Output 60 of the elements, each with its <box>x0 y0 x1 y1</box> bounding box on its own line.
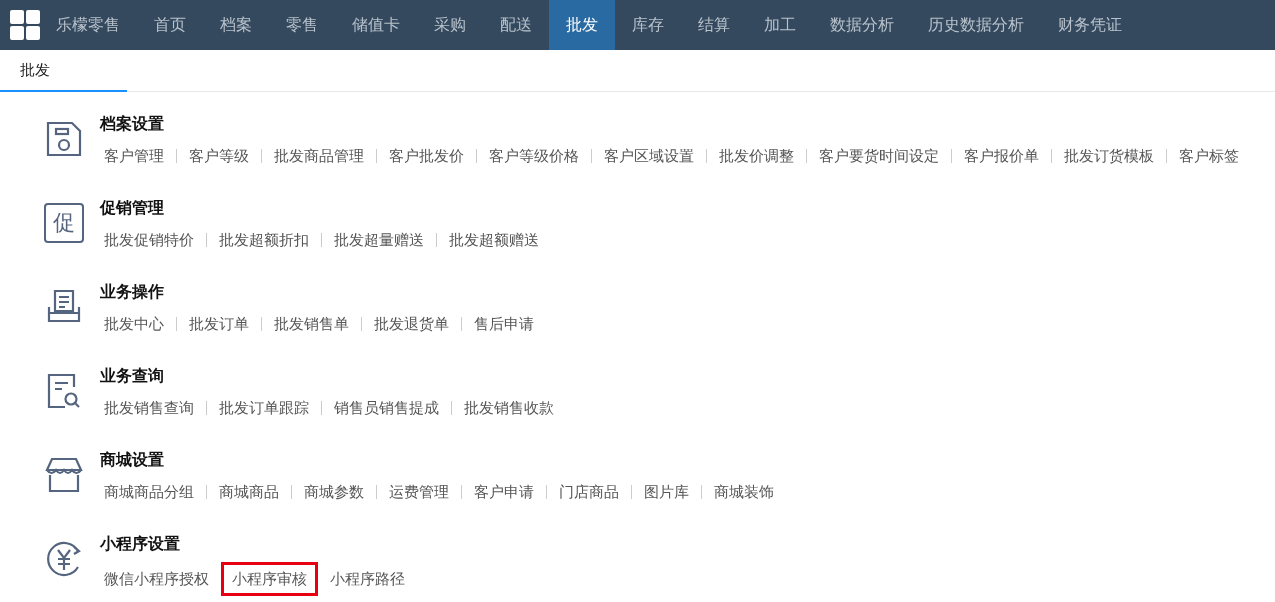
brand-name: 乐檬零售 <box>55 14 121 36</box>
menu-link[interactable]: 批发订单跟踪 <box>215 394 313 422</box>
menu-link[interactable]: 微信小程序授权 <box>100 565 213 593</box>
menu-link[interactable]: 图片库 <box>640 478 693 506</box>
floppy-icon <box>44 119 84 159</box>
nav-item[interactable]: 数据分析 <box>813 0 911 50</box>
menu-link[interactable]: 批发中心 <box>100 310 168 338</box>
menu-link[interactable]: 批发促销特价 <box>100 226 198 254</box>
app-grid-icon[interactable] <box>9 9 41 41</box>
menu-link[interactable]: 批发销售查询 <box>100 394 198 422</box>
menu-link[interactable]: 小程序审核 <box>221 562 318 596</box>
menu-link[interactable]: 批发退货单 <box>370 310 453 338</box>
menu-link[interactable]: 客户批发价 <box>385 142 468 170</box>
menu-link[interactable]: 批发超额折扣 <box>215 226 313 254</box>
menu-link[interactable]: 售后申请 <box>470 310 538 338</box>
section-title: 业务查询 <box>100 366 165 386</box>
menu-link[interactable]: 客户等级 <box>185 142 253 170</box>
menu-link[interactable]: 批发销售收款 <box>460 394 558 422</box>
nav-item[interactable]: 档案 <box>203 0 269 50</box>
section-title: 小程序设置 <box>100 534 181 554</box>
menu-link[interactable]: 批发订货模板 <box>1060 142 1158 170</box>
nav-item[interactable]: 储值卡 <box>335 0 417 50</box>
section-title: 业务操作 <box>100 282 165 302</box>
menu-link[interactable]: 商城装饰 <box>710 478 778 506</box>
nav-item[interactable]: 加工 <box>747 0 813 50</box>
nav-item[interactable]: 结算 <box>681 0 747 50</box>
menu-link[interactable]: 门店商品 <box>555 478 623 506</box>
storefront-icon <box>44 455 84 495</box>
menu-link[interactable]: 小程序路径 <box>326 565 409 593</box>
menu-link[interactable]: 客户管理 <box>100 142 168 170</box>
nav-item[interactable]: 财务凭证 <box>1041 0 1139 50</box>
menu-link[interactable]: 客户标签 <box>1175 142 1243 170</box>
menu-link[interactable]: 批发超量赠送 <box>330 226 428 254</box>
menu-link[interactable]: 商城商品分组 <box>100 478 198 506</box>
menu-link[interactable]: 批发销售单 <box>270 310 353 338</box>
menu-link[interactable]: 运费管理 <box>385 478 453 506</box>
menu-link[interactable]: 批发商品管理 <box>270 142 368 170</box>
section-title: 商城设置 <box>100 450 165 470</box>
menu-link[interactable]: 批发订单 <box>185 310 253 338</box>
nav-item[interactable]: 首页 <box>137 0 203 50</box>
menu-link[interactable]: 商城商品 <box>215 478 283 506</box>
section-title: 促销管理 <box>100 198 165 218</box>
nav-item[interactable]: 零售 <box>269 0 335 50</box>
menu-link[interactable]: 客户要货时间设定 <box>815 142 943 170</box>
tab[interactable]: 批发 <box>0 50 127 92</box>
nav-item[interactable]: 配送 <box>483 0 549 50</box>
menu-link[interactable]: 批发价调整 <box>715 142 798 170</box>
promotion-icon: 促 <box>44 203 84 243</box>
menu-link[interactable]: 客户等级价格 <box>485 142 583 170</box>
menu-link[interactable]: 销售员销售提成 <box>330 394 443 422</box>
menu-link[interactable]: 商城参数 <box>300 478 368 506</box>
menu-link[interactable]: 批发超额赠送 <box>445 226 543 254</box>
menu-link[interactable]: 客户申请 <box>470 478 538 506</box>
nav-item[interactable]: 库存 <box>615 0 681 50</box>
menu-link[interactable]: 客户报价单 <box>960 142 1043 170</box>
nav-item[interactable]: 采购 <box>417 0 483 50</box>
section-title: 档案设置 <box>100 114 165 134</box>
nav-item[interactable]: 历史数据分析 <box>911 0 1041 50</box>
menu-link[interactable]: 客户区域设置 <box>600 142 698 170</box>
nav-item[interactable]: 批发 <box>549 0 615 50</box>
